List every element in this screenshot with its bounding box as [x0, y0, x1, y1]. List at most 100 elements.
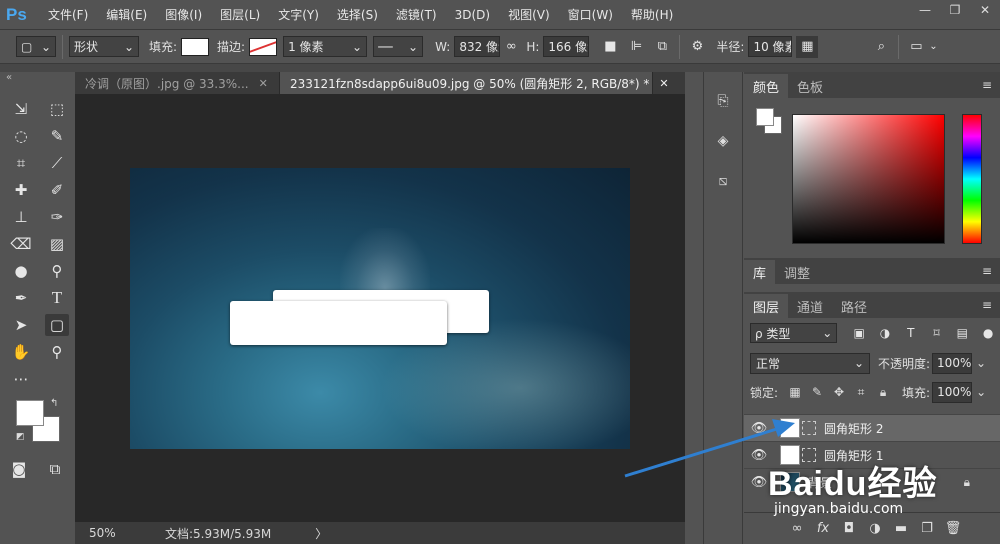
- tool-preset-picker[interactable]: ▢ ⌄: [16, 36, 56, 57]
- brush-tool-icon[interactable]: ✐: [45, 179, 69, 201]
- filter-toggle-icon[interactable]: ●: [976, 323, 1000, 343]
- rounded-rectangle-1[interactable]: [230, 301, 447, 345]
- smart-object-filter-icon[interactable]: ▤: [950, 323, 974, 343]
- default-colors-icon[interactable]: ◩: [16, 432, 25, 442]
- layer-row-rounded-rect-2[interactable]: 👁︎ 圆角矩形 2: [744, 414, 1000, 441]
- opacity-input[interactable]: 100%: [932, 352, 973, 374]
- workspace-icon[interactable]: ▭: [905, 36, 927, 58]
- type-filter-icon[interactable]: T: [899, 323, 923, 343]
- dodge-tool-icon[interactable]: ⚲: [45, 260, 69, 282]
- menu-type[interactable]: 文字(Y): [278, 6, 319, 23]
- close-window-button[interactable]: ✕: [970, 0, 1000, 20]
- path-select-tool-icon[interactable]: ➤: [9, 314, 33, 336]
- layer-filter-select[interactable]: ρ 类型 ⌄: [750, 323, 838, 343]
- lock-pixels-icon[interactable]: ✎: [806, 385, 828, 399]
- hue-slider[interactable]: [962, 114, 982, 244]
- panel-menu-icon[interactable]: ≡: [982, 298, 992, 312]
- link-layers-icon[interactable]: ∞: [784, 521, 810, 536]
- tab-document-1[interactable]: 冷调（原图）.jpg @ 33.3%... ✕: [75, 72, 280, 94]
- menu-edit[interactable]: 编辑(E): [106, 6, 147, 23]
- eraser-tool-icon[interactable]: ⌫: [9, 233, 33, 255]
- close-icon[interactable]: ✕: [659, 77, 668, 90]
- radius-input[interactable]: 10 像素: [748, 36, 793, 57]
- eyedropper-tool-icon[interactable]: ⟋: [45, 152, 69, 174]
- lock-all-icon[interactable]: 🔒︎: [872, 385, 894, 400]
- minimize-button[interactable]: —: [910, 0, 940, 20]
- tab-document-2[interactable]: 233121fzn8sdapp6ui8u09.jpg @ 50% (圆角矩形 2…: [280, 72, 669, 94]
- history-brush-tool-icon[interactable]: ✑: [45, 206, 69, 228]
- blur-tool-icon[interactable]: ●: [9, 260, 33, 282]
- adjustment-layer-icon[interactable]: ◑: [862, 521, 888, 536]
- tab-layers[interactable]: 图层: [744, 294, 789, 318]
- type-tool-icon[interactable]: T: [45, 287, 69, 309]
- quick-select-tool-icon[interactable]: ✎: [45, 125, 69, 147]
- lock-position-icon[interactable]: ✥: [828, 385, 850, 399]
- status-menu-arrow[interactable]: 〉: [315, 525, 327, 542]
- properties-icon[interactable]: ⧅: [710, 168, 736, 194]
- panel-menu-icon[interactable]: ≡: [982, 264, 992, 278]
- path-operations-icon[interactable]: ■: [599, 36, 621, 58]
- height-input[interactable]: 166 像素: [543, 36, 590, 57]
- chevron-down-icon[interactable]: ⌄: [976, 385, 986, 399]
- menu-file[interactable]: 文件(F): [48, 6, 88, 23]
- new-group-icon[interactable]: ▬: [888, 521, 914, 536]
- history-icon[interactable]: ⎘: [710, 88, 736, 114]
- foreground-color[interactable]: [16, 400, 44, 426]
- link-icon[interactable]: ∞: [500, 36, 522, 58]
- zoom-tool-icon[interactable]: ⚲: [45, 341, 69, 363]
- fill-input[interactable]: 100%: [932, 381, 973, 403]
- fill-swatch[interactable]: [181, 37, 210, 56]
- saturation-brightness-field[interactable]: [792, 114, 945, 244]
- add-mask-icon[interactable]: ◘: [836, 521, 862, 536]
- tab-color[interactable]: 颜色: [744, 74, 789, 98]
- healing-brush-tool-icon[interactable]: ✚: [9, 179, 33, 201]
- new-layer-icon[interactable]: ❐: [914, 521, 940, 536]
- move-tool-icon[interactable]: ⇲: [9, 98, 33, 120]
- trash-icon[interactable]: 🗑︎: [940, 521, 966, 536]
- menu-select[interactable]: 选择(S): [337, 6, 378, 23]
- shape-filter-icon[interactable]: ⌑: [925, 323, 949, 343]
- menu-view[interactable]: 视图(V): [508, 6, 550, 23]
- gear-icon[interactable]: ⚙: [686, 36, 708, 58]
- chevron-down-icon[interactable]: ⌄: [927, 36, 939, 58]
- color-swatches[interactable]: ↰ ◩: [16, 398, 66, 446]
- stroke-type-select[interactable]: ── ⌄: [373, 36, 424, 57]
- shape-mode-select[interactable]: 形状 ⌄: [69, 36, 139, 57]
- close-icon[interactable]: ✕: [259, 77, 268, 90]
- stroke-swatch[interactable]: [249, 37, 278, 56]
- rounded-rectangle-tool-icon[interactable]: ▢: [45, 314, 69, 336]
- color-panel-foreground[interactable]: [756, 108, 774, 126]
- menu-layer[interactable]: 图层(L): [220, 6, 260, 23]
- clone-stamp-tool-icon[interactable]: ⊥: [9, 206, 33, 228]
- tab-paths[interactable]: 路径: [832, 294, 876, 318]
- menu-window[interactable]: 窗口(W): [568, 6, 613, 23]
- tab-channels[interactable]: 通道: [788, 294, 832, 318]
- blend-mode-select[interactable]: 正常 ⌄: [750, 352, 870, 374]
- crop-tool-icon[interactable]: ⌗: [9, 152, 33, 174]
- pen-tool-icon[interactable]: ✒: [9, 287, 33, 309]
- collapse-tools-icon[interactable]: «: [0, 72, 75, 92]
- lock-artboard-icon[interactable]: ⌗: [850, 385, 872, 400]
- marquee-tool-icon[interactable]: ⬚: [45, 98, 69, 120]
- panel-menu-icon[interactable]: ≡: [982, 78, 992, 92]
- align-edges-icon[interactable]: ▦: [796, 35, 819, 58]
- lock-transparency-icon[interactable]: ▦: [784, 385, 806, 399]
- tab-adjustments[interactable]: 调整: [775, 260, 819, 284]
- 3d-icon[interactable]: ◈: [710, 128, 736, 154]
- menu-help[interactable]: 帮助(H): [631, 6, 673, 23]
- search-icon[interactable]: ⌕: [870, 36, 892, 58]
- path-arrangement-icon[interactable]: ⧉: [651, 36, 673, 58]
- width-input[interactable]: 832 像素: [454, 36, 501, 57]
- lasso-tool-icon[interactable]: ◌: [9, 125, 33, 147]
- stroke-width-select[interactable]: 1 像素 ⌄: [283, 36, 368, 57]
- quick-mask-icon[interactable]: ◙: [7, 458, 31, 480]
- path-alignment-icon[interactable]: ⊫: [625, 36, 647, 58]
- menu-filter[interactable]: 滤镜(T): [396, 6, 437, 23]
- restore-button[interactable]: ❐: [940, 0, 970, 20]
- more-tools-icon[interactable]: ⋯: [9, 368, 33, 390]
- hand-tool-icon[interactable]: ✋: [9, 341, 33, 363]
- gradient-tool-icon[interactable]: ▨: [45, 233, 69, 255]
- tab-swatches[interactable]: 色板: [788, 74, 832, 98]
- visibility-eye-icon[interactable]: 👁︎: [744, 421, 774, 436]
- image-canvas[interactable]: [130, 168, 630, 449]
